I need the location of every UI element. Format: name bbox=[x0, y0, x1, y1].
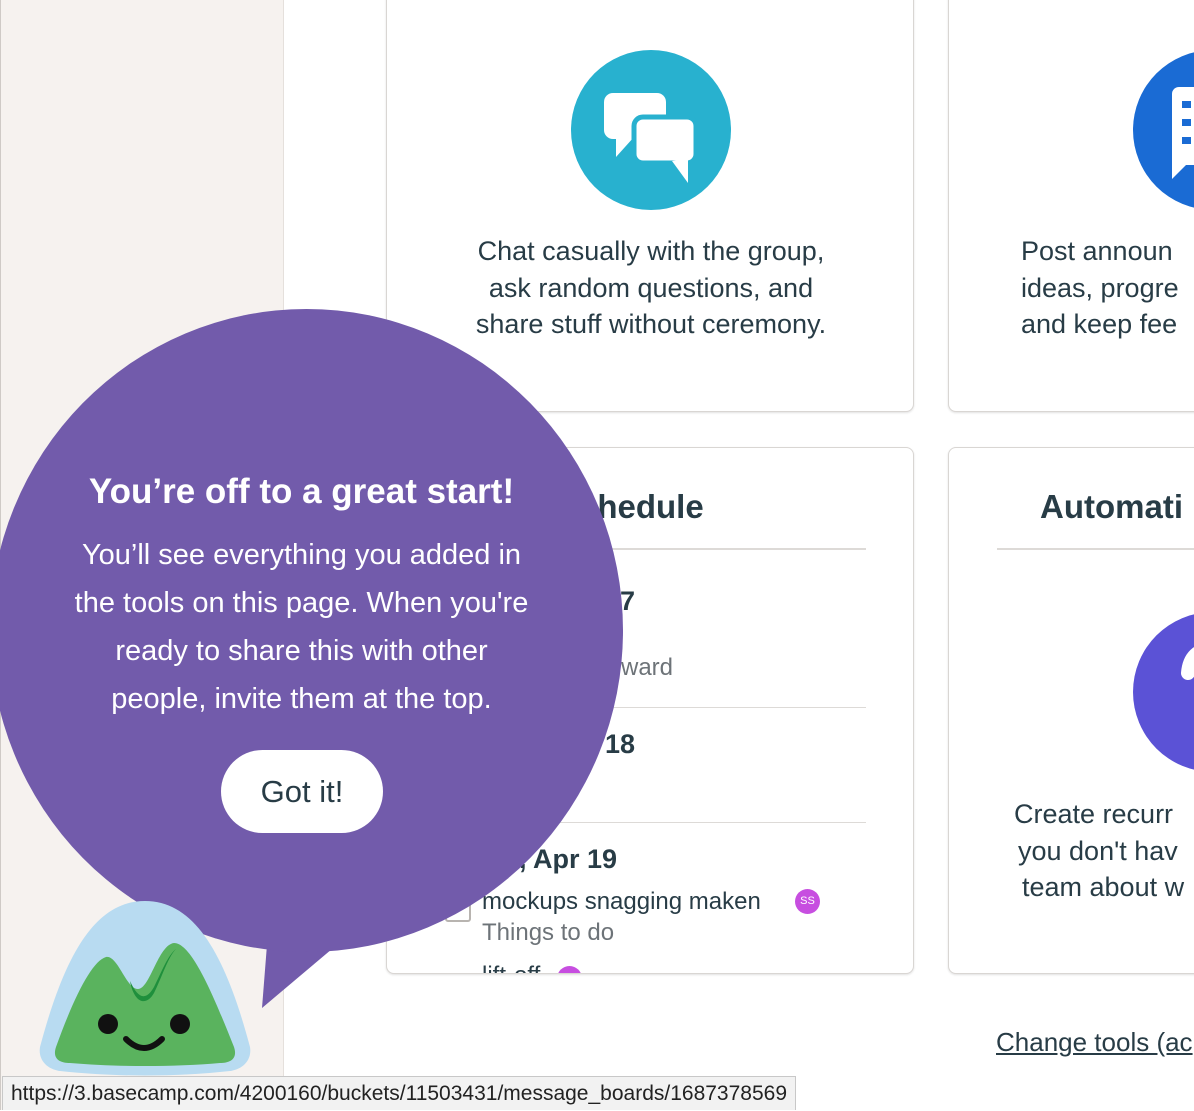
change-tools-link[interactable]: Change tools (ac bbox=[996, 1027, 1193, 1058]
event-title[interactable]: lift-off bbox=[482, 962, 540, 973]
description-line: Create recurr bbox=[1014, 799, 1174, 829]
message-board-icon bbox=[1133, 52, 1194, 208]
onboarding-title: You’re off to a great start! bbox=[88, 472, 515, 511]
status-bar-url: https://3.basecamp.com/4200160/buckets/1… bbox=[2, 1076, 797, 1110]
chat-bubbles-icon bbox=[571, 50, 731, 210]
description-line: share stuff without ceremony. bbox=[475, 309, 827, 339]
got-it-button[interactable]: Got it! bbox=[221, 750, 383, 833]
description-line: you don't hav bbox=[1018, 835, 1178, 866]
onboarding-body: You’ll see everything you added in the t… bbox=[0, 531, 603, 723]
description-line: Chat casually with the group, bbox=[477, 236, 825, 266]
description-line: and keep fee bbox=[1021, 309, 1178, 339]
onboarding-body-line: ready to share this with other bbox=[115, 635, 488, 667]
avatar[interactable] bbox=[557, 966, 582, 973]
description-line: ideas, progre bbox=[1021, 272, 1179, 303]
description-line: ask random questions, and bbox=[488, 272, 814, 303]
message-board-description: Post announ ideas, progre and keep fee bbox=[1021, 233, 1179, 343]
campfire-description: Chat casually with the group, ask random… bbox=[387, 233, 913, 343]
automatic-checkins-heading: Automati bbox=[1040, 488, 1183, 525]
campfire-card[interactable]: Chat casually with the group, ask random… bbox=[386, 0, 914, 412]
automatic-checkins-description: Create recurr you don't hav team about w bbox=[1014, 796, 1184, 906]
event-text[interactable]: ward bbox=[621, 654, 673, 682]
message-board-card[interactable]: Post announ ideas, progre and keep fee bbox=[948, 0, 1194, 412]
day-heading: 18 bbox=[605, 729, 636, 759]
onboarding-body-line: people, invite them at the top. bbox=[111, 683, 492, 715]
event-list-name[interactable]: Things to do bbox=[482, 919, 614, 947]
heading-divider bbox=[997, 548, 1194, 550]
basecamp-mascot-icon bbox=[39, 901, 251, 1076]
description-line: Post announ bbox=[1021, 236, 1173, 266]
onboarding-body-line: You’ll see everything you added in bbox=[81, 539, 522, 571]
avatar[interactable]: SS bbox=[795, 889, 820, 914]
onboarding-body-line: the tools on this page. When you're bbox=[74, 587, 529, 619]
event-title[interactable]: mockups snagging maken bbox=[482, 888, 761, 916]
automatic-checkins-card[interactable]: Automati Create recurr you don't hav tea… bbox=[948, 447, 1194, 974]
description-line: team about w bbox=[1022, 872, 1185, 902]
question-icon bbox=[1133, 614, 1194, 770]
